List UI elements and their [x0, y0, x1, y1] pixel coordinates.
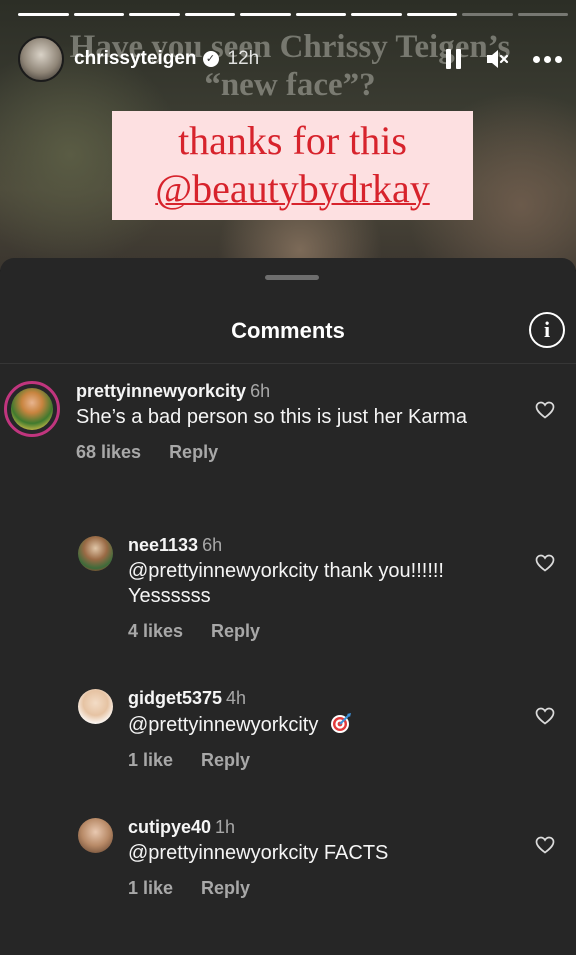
info-icon[interactable]: i: [529, 312, 565, 348]
heart-icon[interactable]: [535, 707, 555, 725]
reply-button[interactable]: Reply: [201, 878, 250, 899]
heart-icon[interactable]: [535, 554, 555, 572]
comment-username[interactable]: prettyinnewyorkcity: [76, 381, 246, 401]
sticker-line-1: thanks for this: [178, 118, 407, 163]
progress-segment: [351, 13, 402, 16]
comment-time: 6h: [250, 381, 271, 401]
speaker-muted-icon[interactable]: [485, 48, 509, 70]
heart-icon[interactable]: [535, 836, 555, 854]
story-timestamp: 12h: [227, 48, 260, 69]
more-horizontal-icon[interactable]: [533, 55, 562, 63]
reply-button[interactable]: Reply: [211, 621, 260, 642]
comment-likes[interactable]: 1 like: [128, 878, 173, 899]
commenter-avatar[interactable]: [78, 536, 113, 571]
pause-icon[interactable]: [446, 49, 461, 69]
reply-button[interactable]: Reply: [169, 442, 218, 463]
story-progress-bar: [18, 13, 568, 16]
progress-segment: [184, 13, 235, 16]
text-sticker: thanks for this @beautybydrkay: [112, 111, 473, 220]
comment-time: 4h: [226, 688, 247, 708]
progress-segment: [295, 13, 346, 16]
comment-username[interactable]: nee1133: [128, 535, 198, 555]
commenter-avatar[interactable]: [78, 818, 113, 853]
comment-likes[interactable]: 68 likes: [76, 442, 141, 463]
comment-username[interactable]: cutipye40: [128, 817, 211, 837]
sheet-title: Comments: [231, 318, 345, 343]
commenter-avatar[interactable]: [4, 381, 60, 437]
comment-text: @prettyinnewyorkcity FACTS: [128, 842, 389, 864]
direct-hit-dart-icon: [330, 713, 351, 733]
progress-segment: [462, 13, 513, 16]
progress-segment: [406, 13, 457, 16]
comment-text: She’s a bad person so this is just her K…: [76, 406, 467, 428]
heart-icon[interactable]: [535, 401, 555, 419]
progress-segment: [240, 13, 291, 16]
progress-segment: [73, 13, 124, 16]
verified-badge-icon: ✓: [202, 51, 219, 67]
story-background: Have you seen Chrissy Teigen’s “new face…: [0, 0, 576, 270]
comment-time: 6h: [202, 535, 223, 555]
comment-time: 1h: [215, 817, 236, 837]
comment-username[interactable]: gidget5375: [128, 688, 222, 708]
reply-button[interactable]: Reply: [201, 750, 250, 771]
story-username[interactable]: chrissyteigen: [74, 48, 197, 70]
comments-sheet: Comments i prettyinnewyorkcity 6h She’s a…: [0, 258, 576, 955]
story-header: chrissyteigen ✓ 12h: [18, 36, 562, 82]
comment-text: @prettyinnewyorkcity thank you!!!!!! Yes…: [128, 560, 444, 607]
commenter-avatar[interactable]: [78, 689, 113, 724]
progress-segment: [18, 13, 69, 16]
sticker-mention[interactable]: @beautybydrkay: [112, 165, 473, 213]
sheet-drag-handle[interactable]: [265, 275, 319, 280]
comment-likes[interactable]: 4 likes: [128, 621, 183, 642]
comment-likes[interactable]: 1 like: [128, 750, 173, 771]
profile-avatar[interactable]: [18, 36, 64, 82]
progress-segment: [129, 13, 180, 16]
comment-text: @prettyinnewyorkcity: [128, 714, 319, 736]
sheet-divider: [0, 363, 576, 364]
progress-segment: [517, 13, 568, 16]
